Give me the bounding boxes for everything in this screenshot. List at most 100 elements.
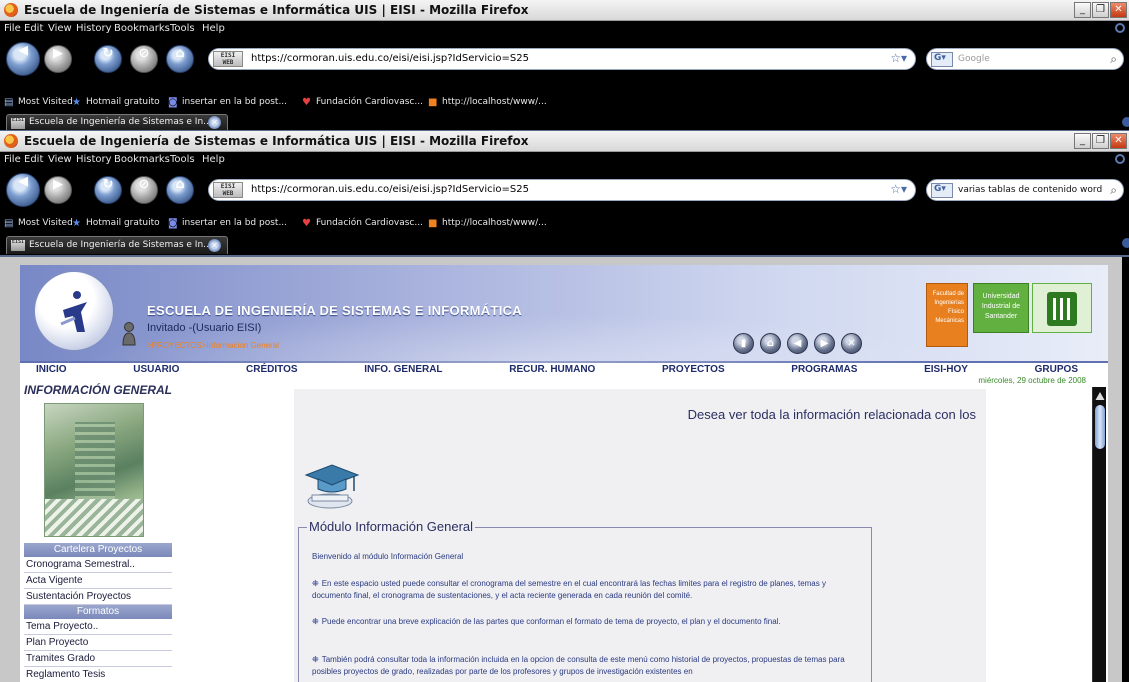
search-box[interactable]: G▾ Google ⌕	[926, 48, 1124, 70]
url-text[interactable]: https://cormoran.uis.edu.co/eisi/eisi.js…	[251, 184, 529, 195]
menu-usuario[interactable]: USUARIO	[133, 363, 179, 377]
throbber-icon	[1115, 154, 1125, 164]
uis-logo[interactable]	[1032, 283, 1092, 333]
page-scrollbar[interactable]	[1092, 387, 1106, 682]
menu-view[interactable]: View	[48, 154, 72, 165]
menu-edit[interactable]: Edit	[24, 154, 43, 165]
close-button[interactable]: ✕	[1110, 2, 1127, 18]
tab-close-icon[interactable]: ✕	[208, 116, 221, 129]
forward-icon[interactable]: ▶	[44, 176, 72, 204]
breadcrumb[interactable]: >PROYECTOS>Información General	[147, 341, 279, 350]
site-favicon: EISI WEB	[213, 182, 243, 198]
menu-proyectos[interactable]: PROYECTOS	[662, 363, 725, 377]
bookmark-star-icon[interactable]: ☆▾	[890, 182, 907, 196]
scroll-up-icon[interactable]	[1095, 392, 1105, 400]
faculty-badge[interactable]: Facultad de Ingenierías Físico Mecánicas	[926, 283, 968, 347]
page-icon: ■	[428, 218, 438, 229]
bookmark-hotmail[interactable]: ★ Hotmail gratuito	[72, 218, 160, 229]
google-engine-icon[interactable]: G▾	[931, 183, 953, 198]
google-engine-icon[interactable]: G▾	[931, 52, 953, 67]
sidebar-item-tema[interactable]: Tema Proyecto..	[24, 619, 172, 635]
bookmark-most-visited[interactable]: ▤ Most Visited	[4, 218, 73, 229]
back-icon[interactable]: ◀	[6, 173, 40, 207]
bookmark-insertar[interactable]: ◙ insertar en la bd post...	[168, 97, 287, 108]
bookmark-localhost[interactable]: ■ http://localhost/www/...	[428, 97, 547, 108]
menu-bookmarks[interactable]: Bookmarks	[114, 23, 170, 34]
tab-close-icon[interactable]: ✕	[208, 239, 221, 252]
eisi-logo[interactable]	[34, 271, 114, 351]
menu-file[interactable]: File	[4, 23, 21, 34]
bookmark-star-icon[interactable]: ☆▾	[890, 51, 907, 65]
window1-title: Escuela de Ingeniería de Sistemas e Info…	[24, 3, 529, 17]
menu-history[interactable]: History	[76, 23, 112, 34]
url-text[interactable]: https://cormoran.uis.edu.co/eisi/eisi.js…	[251, 53, 529, 64]
stop-icon[interactable]: ⊘	[130, 45, 158, 73]
bookmark-fundacion[interactable]: ♥ Fundación Cardiovasc...	[302, 218, 423, 229]
menu-file[interactable]: File	[4, 154, 21, 165]
minimize-button[interactable]: _	[1074, 2, 1091, 18]
menu-view[interactable]: View	[48, 23, 72, 34]
firefox-icon	[4, 134, 18, 148]
scroll-thumb[interactable]	[1095, 405, 1105, 449]
window2-title: Escuela de Ingeniería de Sistemas e Info…	[24, 134, 529, 148]
menu-bookmarks[interactable]: Bookmarks	[114, 154, 170, 165]
minimize-button[interactable]: _	[1074, 133, 1091, 149]
reload-icon[interactable]: ↻	[94, 176, 122, 204]
menu-tools[interactable]: Tools	[170, 23, 195, 34]
tab-label: Escuela de Ingeniería de Sistemas e In..…	[29, 240, 212, 250]
bookmark-hotmail[interactable]: ★ Hotmail gratuito	[72, 97, 160, 108]
sidebar-item-plan[interactable]: Plan Proyecto	[24, 635, 172, 651]
forward-icon[interactable]: ▶	[44, 45, 72, 73]
forward-arrow-icon[interactable]: ▶	[814, 333, 835, 354]
sidebar-item-cronograma[interactable]: Cronograma Semestral..	[24, 557, 172, 573]
url-bar[interactable]: EISI WEB https://cormoran.uis.edu.co/eis…	[208, 179, 916, 201]
main-content: Desea ver toda la información relacionad…	[294, 389, 986, 682]
back-arrow-icon[interactable]: ◀	[787, 333, 808, 354]
bookmark-localhost[interactable]: ■ http://localhost/www/...	[428, 218, 547, 229]
exit-icon[interactable]: ✕	[841, 333, 862, 354]
sidebar-item-sustentacion[interactable]: Sustentación Proyectos	[24, 589, 172, 605]
menu-inicio[interactable]: INICIO	[36, 363, 67, 377]
stop-icon[interactable]: ⊘	[130, 176, 158, 204]
menu-grupos[interactable]: GRUPOS	[1035, 363, 1078, 377]
search-placeholder[interactable]: Google	[958, 54, 990, 64]
window1-tab[interactable]: EISI Escuela de Ingeniería de Sistemas e…	[6, 114, 228, 130]
sidebar-item-acta[interactable]: Acta Vigente	[24, 573, 172, 589]
eisi-page: ESCUELA DE INGENIERÍA DE SISTEMAS E INFO…	[20, 265, 1108, 682]
sidebar-item-reglamento[interactable]: Reglamento Tesis	[24, 667, 172, 682]
menu-edit[interactable]: Edit	[24, 23, 43, 34]
home-icon[interactable]: ⌂	[166, 176, 194, 204]
menu-eisi-hoy[interactable]: EISI-HOY	[924, 363, 968, 377]
menu-programas[interactable]: PROGRAMAS	[791, 363, 857, 377]
menu-tools[interactable]: Tools	[170, 154, 195, 165]
restore-button[interactable]: ❐	[1092, 2, 1109, 18]
url-bar[interactable]: EISI WEB https://cormoran.uis.edu.co/eis…	[208, 48, 916, 70]
menu-help[interactable]: Help	[202, 154, 225, 165]
main-menu: INICIO USUARIO CRÉDITOS INFO. GENERAL RE…	[20, 363, 1108, 377]
search-input[interactable]: varias tablas de contenido word	[958, 185, 1102, 195]
window2-tab[interactable]: EISI Escuela de Ingeniería de Sistemas e…	[6, 236, 228, 254]
restore-button[interactable]: ❐	[1092, 133, 1109, 149]
home-icon[interactable]: ⌂	[166, 45, 194, 73]
menu-history[interactable]: History	[76, 154, 112, 165]
back-icon[interactable]: ◀	[6, 42, 40, 76]
magnifier-icon[interactable]: ⌕	[1110, 52, 1117, 67]
home-icon[interactable]: ⌂	[760, 333, 781, 354]
menu-info-general[interactable]: INFO. GENERAL	[364, 363, 442, 377]
bookmark-fundacion[interactable]: ♥ Fundación Cardiovasc...	[302, 97, 423, 108]
window2-menubar: File Edit View History Bookmarks Tools H…	[0, 152, 1129, 170]
book-icon[interactable]: ▮	[733, 333, 754, 354]
university-badge[interactable]: Universidad Industrial de Santander	[973, 283, 1029, 333]
window1-tabrow: EISI Escuela de Ingeniería de Sistemas e…	[0, 113, 1129, 131]
bookmark-insertar[interactable]: ◙ insertar en la bd post...	[168, 218, 287, 229]
magnifier-icon[interactable]: ⌕	[1110, 183, 1117, 198]
menu-recur-humano[interactable]: RECUR. HUMANO	[509, 363, 595, 377]
menu-help[interactable]: Help	[202, 23, 225, 34]
reload-icon[interactable]: ↻	[94, 45, 122, 73]
site-header: ESCUELA DE INGENIERÍA DE SISTEMAS E INFO…	[20, 265, 1108, 363]
sidebar-item-tramites[interactable]: Tramites Grado	[24, 651, 172, 667]
search-box[interactable]: G▾ varias tablas de contenido word ⌕	[926, 179, 1124, 201]
close-button[interactable]: ✕	[1110, 133, 1127, 149]
bookmark-most-visited[interactable]: ▤ Most Visited	[4, 97, 73, 108]
menu-creditos[interactable]: CRÉDITOS	[246, 363, 298, 377]
